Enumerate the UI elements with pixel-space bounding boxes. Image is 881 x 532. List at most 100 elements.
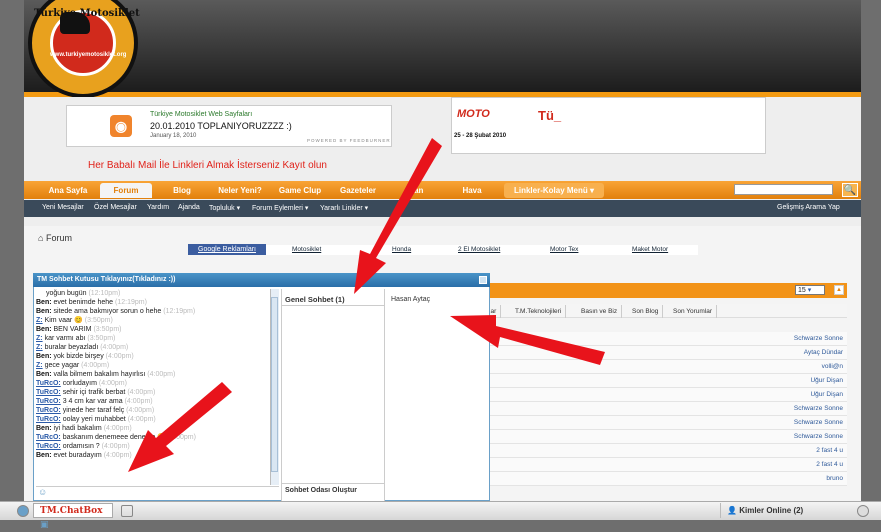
- ad-link[interactable]: Maket Motor: [632, 246, 668, 253]
- row-user[interactable]: bruno: [826, 475, 843, 482]
- message-text: evet buradayım: [53, 452, 102, 459]
- collapse-icon[interactable]: ▲: [834, 285, 844, 295]
- smiley-icon[interactable]: ☺: [36, 487, 47, 497]
- chat-message: Ben: iyi hadi bakalım (4:00pm): [36, 424, 268, 433]
- feed-title[interactable]: 20.01.2010 TOPLANIYORUZZZZ :): [150, 121, 292, 131]
- nav-blog[interactable]: Blog: [160, 183, 204, 198]
- message-time: (4:00pm): [100, 344, 129, 351]
- tab-tm-teknolojileri[interactable]: T.M.Teknolojileri: [511, 305, 567, 318]
- event-headline: Tü_: [538, 108, 562, 123]
- nav-game-clup[interactable]: Game Clup: [274, 183, 326, 198]
- message-author[interactable]: TuRcO:: [36, 416, 61, 423]
- logo-url: www.turkiyemotosiklet.org: [50, 52, 127, 58]
- row-user[interactable]: 2 fast 4 u: [816, 461, 843, 468]
- message-text: yinede her taraf felç: [62, 407, 125, 414]
- subnav-ajanda[interactable]: Ajanda: [178, 204, 200, 211]
- row-user[interactable]: Schwarze Sonne: [794, 335, 843, 342]
- message-author[interactable]: TuRcO:: [36, 389, 61, 396]
- ad-link[interactable]: Motosiklet: [292, 246, 321, 253]
- scrollbar-thumb[interactable]: [271, 297, 278, 472]
- message-author[interactable]: Z:: [36, 335, 43, 342]
- subnav-forum-eylemleri[interactable]: Forum Eylemleri ▾: [252, 204, 308, 212]
- tab-basin-ve-biz[interactable]: Basın ve Biz: [577, 305, 623, 318]
- row-user[interactable]: Uğur Dişan: [810, 391, 843, 398]
- ad-google[interactable]: Google Reklamları: [188, 244, 266, 255]
- divider: [281, 483, 385, 484]
- message-author[interactable]: TuRcO:: [36, 443, 61, 450]
- ad-link[interactable]: 2 El Motosiklet: [458, 246, 500, 253]
- chat-message: Z: Kim vaar 😊 (3:50pm): [36, 316, 268, 325]
- nav-hava[interactable]: Hava: [448, 183, 496, 198]
- online-user[interactable]: Hasan Aytaç: [391, 296, 430, 303]
- tab-son-yorumlar[interactable]: Son Yorumlar: [669, 305, 718, 318]
- search-icon[interactable]: 🔍: [842, 183, 858, 197]
- chat-message: TuRcO: oolay yeri muhabbet (4:00pm): [36, 415, 268, 424]
- advanced-search-link[interactable]: Gelişmiş Arama Yap: [777, 204, 840, 211]
- row-user[interactable]: Uğur Dişan: [810, 377, 843, 384]
- event-dates: 25 - 28 Şubat 2010: [454, 133, 507, 139]
- minimize-icon[interactable]: [121, 505, 133, 517]
- chevron-down-icon: ▾: [807, 287, 812, 294]
- search-input[interactable]: [734, 184, 833, 195]
- message-author[interactable]: TuRcO:: [36, 380, 61, 387]
- chat-title[interactable]: TM Sohbet Kutusu Tıklayınız(Tıkladınız :…: [33, 273, 490, 287]
- nav-plan[interactable]: Plan: [392, 183, 438, 198]
- divider: [281, 305, 385, 306]
- message-author[interactable]: Z:: [36, 362, 43, 369]
- nav-ana-sayfa[interactable]: Ana Sayfa: [40, 183, 96, 198]
- settings-icon[interactable]: [857, 505, 869, 517]
- close-icon[interactable]: [479, 276, 487, 284]
- row-user[interactable]: 2 fast 4 u: [816, 447, 843, 454]
- message-author[interactable]: TuRcO:: [36, 398, 61, 405]
- row-user[interactable]: Schwarze Sonne: [794, 405, 843, 412]
- message-time: (4:00pm): [147, 371, 176, 378]
- subnav-yardim[interactable]: Yardım: [147, 204, 169, 211]
- chat-input[interactable]: ☺: [36, 486, 279, 499]
- ad-link[interactable]: Motor Tex: [550, 246, 578, 253]
- chat-message: TuRcO: yinede her taraf felç (4:00pm): [36, 406, 268, 415]
- chat-toggle-icon[interactable]: [17, 505, 29, 517]
- chatbox-tab[interactable]: TM.ChatBox ▣: [33, 503, 113, 530]
- subnav-topluluk[interactable]: Topluluk ▾: [209, 204, 240, 212]
- nav-linkler[interactable]: Linkler-Kolay Menü ▾: [504, 183, 604, 198]
- message-author[interactable]: Z:: [36, 317, 43, 324]
- table-row: [487, 472, 847, 486]
- message-author[interactable]: TuRcO:: [36, 407, 61, 414]
- message-text: oolay yeri muhabbet: [62, 416, 126, 423]
- message-author: Ben:: [36, 326, 52, 333]
- message-text: yoğun bugün: [46, 290, 87, 297]
- message-text: BEN VARIM: [53, 326, 92, 333]
- message-time: (12:19pm): [115, 299, 147, 306]
- message-text: baskanım denemeee deneme 😊: [62, 434, 166, 441]
- nav-forum[interactable]: Forum: [100, 183, 152, 198]
- row-user[interactable]: volli@n: [822, 363, 843, 370]
- room-title[interactable]: Genel Sohbet (1): [285, 295, 345, 304]
- feed-source[interactable]: Türkiye Motosiklet Web Sayfaları: [150, 111, 252, 118]
- message-time: (4:00pm): [126, 407, 155, 414]
- chat-message: Ben: sitede ama bakmıyor sorun o hehe (1…: [36, 307, 268, 316]
- row-user[interactable]: Schwarze Sonne: [794, 419, 843, 426]
- register-notice[interactable]: Her Babalı Mail İle Linkleri Almak İster…: [88, 160, 327, 171]
- ad-link[interactable]: Honda: [392, 246, 411, 253]
- nav-gazeteler[interactable]: Gazeteler: [332, 183, 384, 198]
- table-row: [487, 388, 847, 402]
- site-header: [24, 0, 861, 92]
- breadcrumb[interactable]: ⌂ Forum: [38, 233, 72, 243]
- message-author[interactable]: Z:: [36, 344, 43, 351]
- create-room-button[interactable]: Sohbet Odası Oluştur: [285, 487, 357, 494]
- rss-icon: ◉: [110, 115, 132, 137]
- subnav-yararli-linkler[interactable]: Yararlı Linkler ▾: [320, 204, 368, 212]
- row-user[interactable]: Aytaç Dündar: [804, 349, 843, 356]
- chat-message: Z: kar varmı abı (3:50pm): [36, 334, 268, 343]
- tab-son-blog[interactable]: Son Blog: [628, 305, 664, 318]
- row-user[interactable]: Schwarze Sonne: [794, 433, 843, 440]
- nav-neler-yeni[interactable]: Neler Yeni?: [212, 183, 268, 198]
- online-users-button[interactable]: 👤 Kimler Online (2): [720, 503, 850, 518]
- count-select[interactable]: 15 ▾: [795, 285, 825, 295]
- subnav-yeni-mesajlar[interactable]: Yeni Mesajlar: [42, 204, 84, 211]
- message-text: sitede ama bakmıyor sorun o hehe: [53, 308, 162, 315]
- message-time: (12:19pm): [163, 308, 196, 315]
- message-author[interactable]: TuRcO:: [36, 434, 61, 441]
- message-author: Ben:: [36, 425, 52, 432]
- subnav-ozel-mesajlar[interactable]: Özel Mesajlar: [94, 204, 137, 211]
